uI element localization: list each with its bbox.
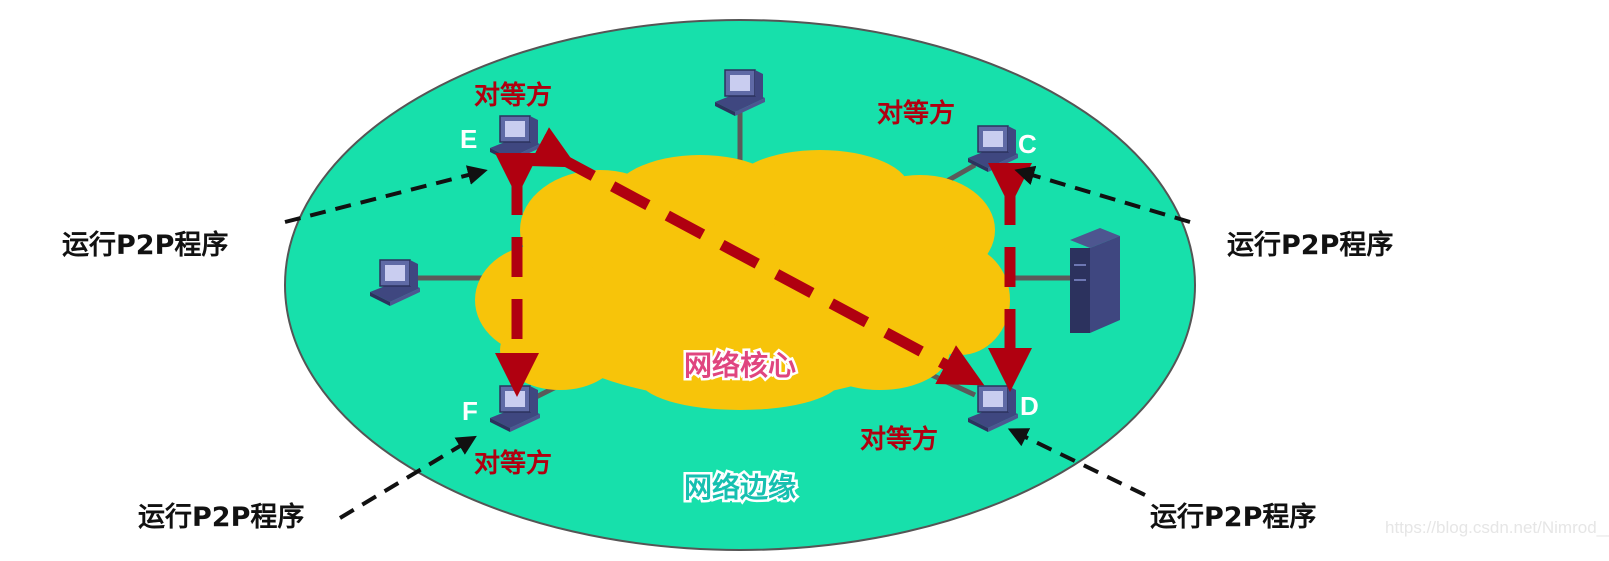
network-core-label: 网络核心 — [684, 349, 796, 382]
peer-label-c: 对等方 — [877, 98, 955, 129]
run-program-label-left-top: 运行P2P程序 — [62, 229, 228, 261]
node-c-label: C — [1018, 129, 1037, 159]
network-edge-label: 网络边缘 — [684, 471, 796, 504]
peer-label-f: 对等方 — [474, 448, 552, 479]
diagram-canvas: 运行P2P程序 运行P2P程序 运行P2P程序 运行P2P程序 对等方 对等方 … — [62, 19, 1609, 551]
peer-label-e: 对等方 — [474, 80, 552, 111]
node-f-label: F — [462, 396, 478, 426]
node-e-label: E — [460, 124, 477, 154]
run-program-label-right-bottom: 运行P2P程序 — [1150, 501, 1316, 533]
node-d-label: D — [1020, 391, 1039, 421]
run-program-label-right-top: 运行P2P程序 — [1227, 229, 1393, 261]
watermark: https://blog.csdn.net/Nimrod__ — [1385, 518, 1609, 537]
peer-label-d: 对等方 — [860, 424, 938, 455]
run-program-label-left-bottom: 运行P2P程序 — [138, 501, 304, 533]
p2p-diagram: 运行P2P程序 运行P2P程序 运行P2P程序 运行P2P程序 对等方 对等方 … — [0, 0, 1609, 561]
